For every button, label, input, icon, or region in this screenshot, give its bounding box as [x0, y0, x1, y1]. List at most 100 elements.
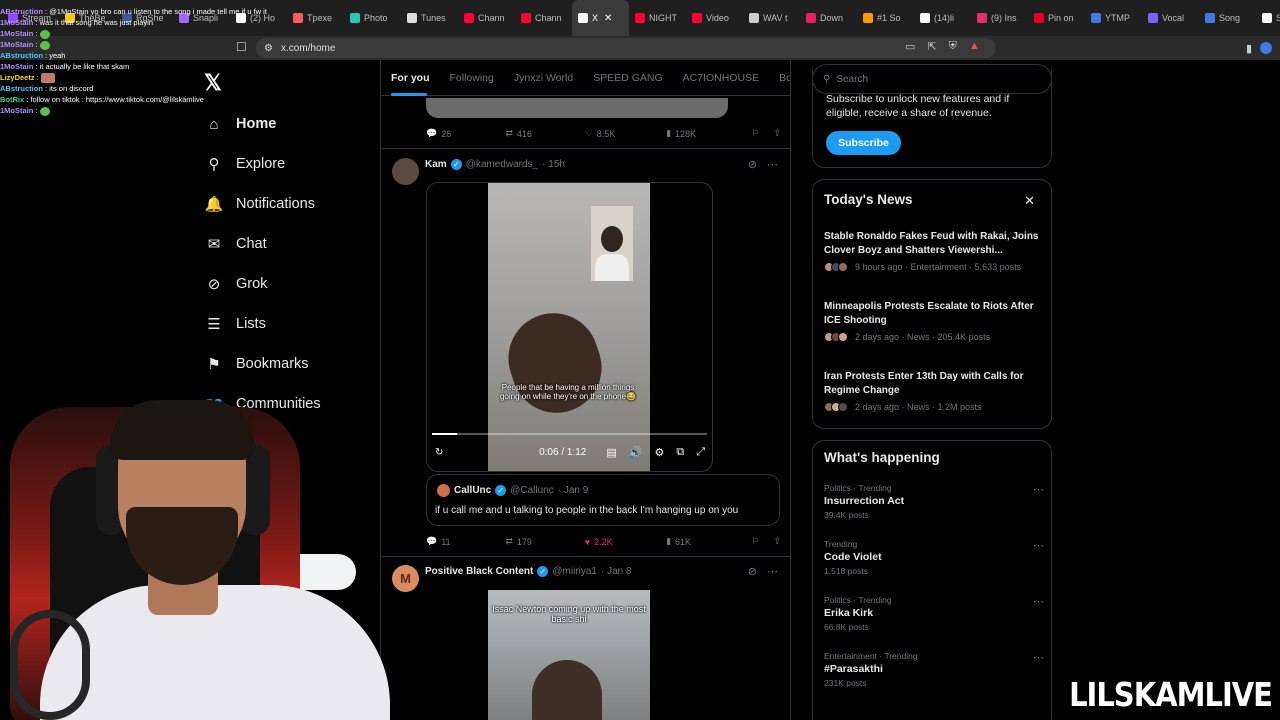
- share-icon[interactable]: ⇪: [773, 536, 781, 547]
- browser-tab[interactable]: X ✕: [572, 0, 629, 36]
- grok-icon[interactable]: ⊘: [748, 158, 757, 171]
- tab-ac7ionhouse[interactable]: AC7IONHOUSE: [673, 60, 769, 96]
- post-time[interactable]: · Jan 8: [601, 566, 632, 577]
- emote-icon: [39, 40, 50, 50]
- tab-jynxzi-world[interactable]: Jynxzi World: [504, 60, 583, 96]
- avatar[interactable]: M: [392, 565, 419, 592]
- browser-tab[interactable]: YTMP: [1085, 0, 1142, 36]
- search-input[interactable]: ⚲ Search: [812, 64, 1052, 94]
- more-icon[interactable]: ⋯: [1033, 539, 1044, 552]
- browser-tab[interactable]: Chann: [458, 0, 515, 36]
- news-item[interactable]: Minneapolis Protests Escalate to Riots A…: [824, 300, 1042, 342]
- tab-label: (9) Ins: [991, 13, 1017, 23]
- sidebar-item-notifications[interactable]: 🔔 Notifications: [204, 184, 321, 224]
- browser-tab[interactable]: Song: [1199, 0, 1256, 36]
- emote-icon: [39, 106, 50, 116]
- video-frame[interactable]: Issac Newton coming up with the most bas…: [488, 590, 650, 720]
- captions-icon[interactable]: ▤: [606, 446, 616, 459]
- sidebar-item-explore[interactable]: ⚲ Explore: [204, 144, 321, 184]
- sidebar-item-chat[interactable]: ✉ Chat: [204, 224, 321, 264]
- bookmark-icon[interactable]: ⚐: [751, 128, 759, 139]
- trend-item[interactable]: Politics · Trending Erika Kirk 66.8K posts…: [824, 595, 1044, 632]
- volume-icon[interactable]: 🔊: [629, 446, 643, 459]
- repost-button[interactable]: ⇄ 179: [505, 536, 584, 547]
- browser-tab[interactable]: #1 So: [857, 0, 914, 36]
- reply-button[interactable]: 💬 26: [426, 128, 505, 139]
- close-icon[interactable]: ✕: [1024, 193, 1035, 209]
- grok-icon: ⊘: [207, 276, 221, 293]
- tab-following[interactable]: Following: [440, 60, 504, 96]
- post-time[interactable]: · 15h: [542, 159, 565, 170]
- sidebar-item-lists[interactable]: ☰ Lists: [204, 304, 321, 344]
- trend-item[interactable]: Politics · Trending Insurrection Act 39.4K…: [824, 483, 1044, 520]
- reply-button[interactable]: 💬 11: [426, 536, 505, 547]
- news-title: Minneapolis Protests Escalate to Riots A…: [824, 301, 1034, 326]
- trend-item[interactable]: Entertainment · Trending #Parasakthi 231K …: [824, 651, 1044, 688]
- news-item[interactable]: Stable Ronaldo Fakes Feud with Rakai, Jo…: [824, 230, 1042, 272]
- views-button[interactable]: ▮ 61K: [666, 536, 751, 547]
- brave-rewards-icon[interactable]: ▲: [969, 40, 980, 53]
- extensions-icon[interactable]: ▮: [1246, 42, 1252, 55]
- browser-tab[interactable]: Photo: [344, 0, 401, 36]
- browser-tab[interactable]: WAV t: [743, 0, 800, 36]
- views-button[interactable]: ▮ 128K: [666, 128, 751, 139]
- video-progress[interactable]: [432, 433, 707, 435]
- pip-shirt: [595, 254, 629, 281]
- more-icon[interactable]: ⋯: [1033, 651, 1044, 664]
- author-handle[interactable]: @miiriya1: [552, 566, 597, 577]
- author-handle[interactable]: @kamedwards_: [466, 159, 538, 170]
- browser-tab[interactable]: (9) Ins: [971, 0, 1028, 36]
- browser-tab[interactable]: NIGHT: [629, 0, 686, 36]
- tab-speed-gang[interactable]: SPEED GANG: [583, 60, 672, 96]
- sidebar-item-grok[interactable]: ⊘ Grok: [204, 264, 321, 304]
- sidebar-item-bookmarks[interactable]: ⚑ Bookmarks: [204, 344, 321, 384]
- replay-icon[interactable]: ↻: [435, 447, 443, 458]
- trend-item[interactable]: Trending Code Violet 1,518 posts ⋯: [824, 539, 1044, 576]
- browser-tab[interactable]: Tunes: [401, 0, 458, 36]
- news-item[interactable]: Iran Protests Enter 13th Day with Calls …: [824, 370, 1042, 412]
- tab-for-you[interactable]: For you: [381, 60, 440, 96]
- more-icon[interactable]: ⋯: [767, 158, 778, 171]
- shield-icon[interactable]: ⛨: [949, 40, 957, 53]
- video-player[interactable]: People that be having a million things g…: [426, 182, 713, 472]
- quote-text: if u call me and u talking to people in …: [435, 505, 739, 516]
- video-frame[interactable]: People that be having a million things g…: [488, 183, 650, 471]
- avatar[interactable]: [392, 158, 419, 185]
- more-icon[interactable]: ⋯: [767, 565, 778, 578]
- browser-tab[interactable]: Down: [800, 0, 857, 36]
- bookmark-icon[interactable]: ⚐: [751, 536, 759, 547]
- repost-button[interactable]: ⇄ 416: [505, 128, 584, 139]
- fullscreen-icon[interactable]: ⤢: [696, 446, 705, 459]
- cast-icon[interactable]: ▭: [905, 40, 915, 53]
- like-button[interactable]: ♥ 2.2K: [585, 537, 666, 547]
- trend-category: Politics · Trending: [824, 595, 892, 605]
- browser-tab[interactable]: Chann: [515, 0, 572, 36]
- url-field[interactable]: ⚙ x.com/home: [256, 38, 996, 58]
- sidebar-item-label: Bookmarks: [236, 356, 309, 372]
- favicon-icon: [1205, 13, 1215, 23]
- browser-tab[interactable]: (14)li: [914, 0, 971, 36]
- quoted-post[interactable]: CallUnc ✓ @Callunc · Jan 9 if u call me …: [426, 474, 780, 526]
- share-icon[interactable]: ⇪: [773, 128, 781, 139]
- subscribe-button[interactable]: Subscribe: [826, 131, 901, 155]
- like-button[interactable]: ♡ 8.5K: [585, 128, 666, 139]
- close-tab-icon[interactable]: ✕: [604, 13, 612, 24]
- trend-posts: 66.8K posts: [824, 622, 869, 632]
- more-icon[interactable]: ⋯: [1033, 483, 1044, 496]
- profile-icon[interactable]: [1260, 42, 1272, 54]
- streamer-hair: [110, 400, 255, 460]
- browser-tab[interactable]: Pin on: [1028, 0, 1085, 36]
- tab-bo[interactable]: Bo: [769, 60, 790, 96]
- author-name[interactable]: Kam: [425, 159, 447, 170]
- more-icon[interactable]: ⋯: [1033, 595, 1044, 608]
- previous-post-media[interactable]: [426, 98, 728, 118]
- browser-tab[interactable]: Vocal: [1142, 0, 1199, 36]
- author-name[interactable]: Positive Black Content: [425, 566, 533, 577]
- trend-category: Trending: [824, 539, 858, 549]
- browser-tab[interactable]: S: [1256, 0, 1280, 36]
- settings-icon[interactable]: ⚙: [654, 446, 664, 459]
- pip-icon[interactable]: ⧉: [676, 446, 684, 459]
- share-icon[interactable]: ⇱: [927, 40, 936, 53]
- browser-tab[interactable]: Video: [686, 0, 743, 36]
- grok-icon[interactable]: ⊘: [748, 565, 757, 578]
